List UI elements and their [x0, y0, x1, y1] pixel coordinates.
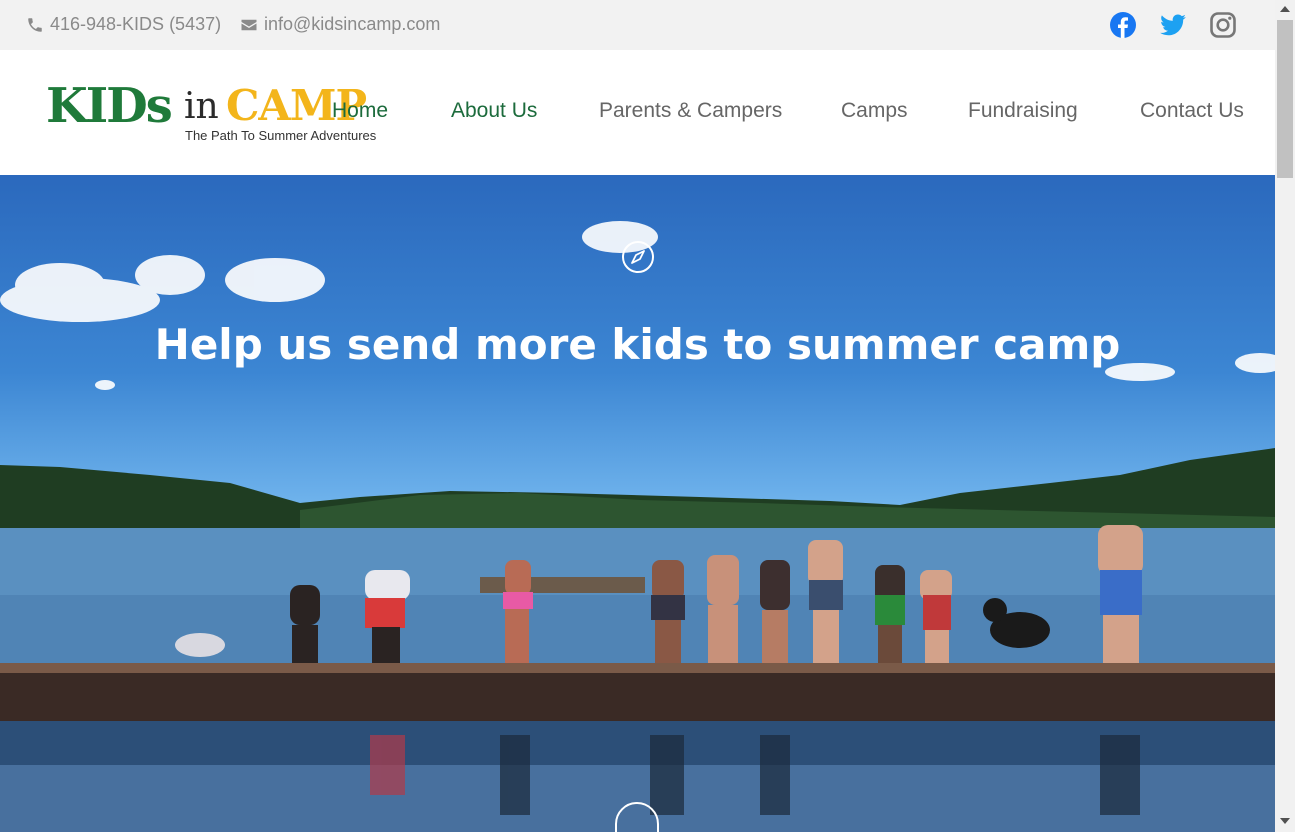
phone-contact[interactable]: 416-948-KIDS (5437) [26, 14, 221, 35]
instagram-icon[interactable] [1209, 11, 1237, 39]
hero-title: Help us send more kids to summer camp [154, 320, 1121, 369]
phone-number: 416-948-KIDS (5437) [50, 14, 222, 34]
nav-camps[interactable]: Camps [841, 99, 908, 123]
nav-home[interactable]: Home [332, 99, 388, 123]
twitter-icon[interactable] [1159, 11, 1187, 39]
logo-wordmark-kids: KIDs [46, 78, 173, 134]
scrollbar-thumb[interactable] [1277, 20, 1293, 178]
facebook-icon[interactable] [1109, 11, 1137, 39]
scroll-down-arrow-icon[interactable] [1280, 818, 1290, 824]
envelope-icon [241, 19, 257, 30]
logo-wordmark-in: in [184, 86, 219, 127]
nav-parents-campers[interactable]: Parents & Campers [599, 99, 782, 123]
compass-icon [622, 241, 654, 273]
email-contact[interactable]: info@kidsincamp.com [240, 14, 440, 35]
top-bar: 416-948-KIDS (5437) info@kidsincamp.com [0, 0, 1275, 50]
hero-banner: Help us send more kids to summer camp [0, 175, 1275, 832]
site-header: KIDs in CAMP The Path To Summer Adventur… [0, 50, 1275, 175]
nav-fundraising[interactable]: Fundraising [968, 99, 1078, 123]
scrollbar[interactable] [1275, 0, 1295, 832]
nav-about-us[interactable]: About Us [451, 99, 537, 123]
phone-icon [28, 17, 42, 32]
email-address: info@kidsincamp.com [264, 14, 441, 34]
scroll-up-arrow-icon[interactable] [1280, 6, 1290, 12]
nav-contact-us[interactable]: Contact Us [1140, 99, 1244, 123]
logo-tagline: The Path To Summer Adventures [185, 128, 377, 143]
